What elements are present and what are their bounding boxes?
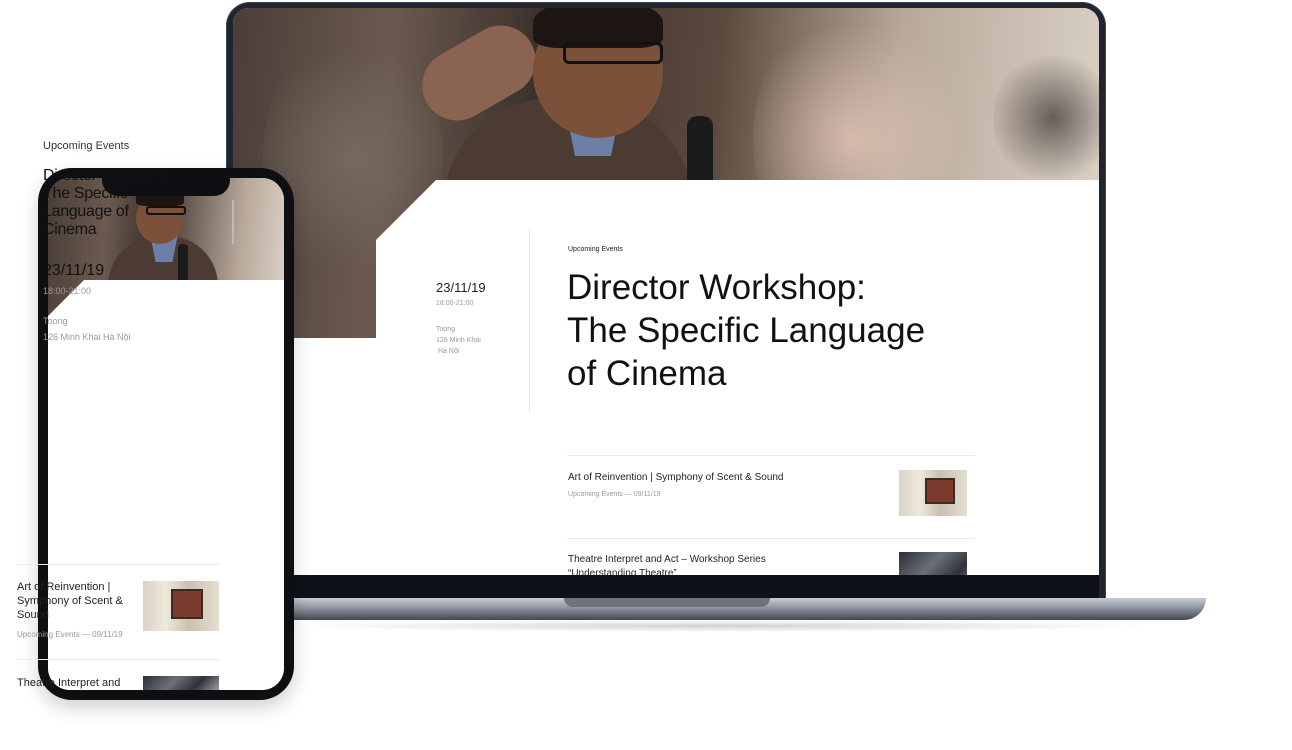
related-event-meta: Upcoming Events — 09/11/19 <box>568 491 661 498</box>
phone-event-title-line: The Specific <box>43 185 128 202</box>
phone-list-separator <box>17 564 219 565</box>
event-time: 18:00-21:00 <box>436 300 474 307</box>
phone-event-title-line: Cinema <box>43 221 97 238</box>
event-title-line: The Specific Language <box>567 311 926 350</box>
venue-city: Hà Nội <box>438 348 460 355</box>
event-date: 23/11/19 <box>436 280 486 295</box>
venue-street: 126 Minh Khai <box>436 337 481 344</box>
phone-event-time: 18:00-21:00 <box>43 286 92 296</box>
phone-related-event-title-line: Sound <box>17 609 49 621</box>
laptop-screen: 23/11/19 18:00-21:00 Toong 126 Minh Khai… <box>233 8 1099 575</box>
phone-related-event-title-line: Symphony of Scent & <box>17 595 123 607</box>
related-event-title-line: Theatre Interpret and Act – Workshop Ser… <box>568 554 766 565</box>
laptop-base-notch <box>564 598 770 607</box>
phone-related-event-title-line: Art of Reinvention | <box>17 581 111 593</box>
related-event-thumbnail[interactable] <box>899 470 967 516</box>
vertical-divider <box>529 230 530 412</box>
phone-event-venue: Toong 126 Minh Khai Hà Nội <box>43 313 131 345</box>
related-event-title[interactable]: Art of Reinvention | Symphony of Scent &… <box>568 471 784 485</box>
phone-event-title-line: Director Workshop: <box>43 167 175 184</box>
phone-venue-name: Toong <box>43 316 68 326</box>
phone-related-event-title[interactable]: Art of Reinvention | Symphony of Scent &… <box>17 580 135 622</box>
event-title: Director Workshop: The Specific Language… <box>567 266 967 395</box>
phone-category-eyebrow[interactable]: Upcoming Events <box>43 140 129 152</box>
related-event-thumbnail[interactable] <box>899 552 967 575</box>
event-venue: Toong 126 Minh Khai Hà Nội <box>436 324 481 357</box>
laptop-shadow <box>280 620 1160 632</box>
phone-list-separator <box>17 659 219 660</box>
phone-event-title: Director Workshop: The Specific Language… <box>43 167 203 239</box>
event-title-line: Director Workshop: <box>567 268 866 307</box>
phone-related-event-title[interactable]: Theatre Interpret and <box>17 676 135 690</box>
list-separator <box>567 455 975 456</box>
related-event-title[interactable]: Theatre Interpret and Act – Workshop Ser… <box>568 553 766 575</box>
phone-scrollbar[interactable] <box>232 200 234 244</box>
category-eyebrow[interactable]: Upcoming Events <box>568 246 623 253</box>
microphone-icon <box>178 244 188 284</box>
phone-related-event-thumbnail[interactable] <box>143 581 219 631</box>
phone-related-event-thumbnail[interactable] <box>143 676 219 690</box>
phone-event-date: 23/11/19 <box>43 262 105 279</box>
hero-speaker-glasses <box>563 42 663 64</box>
hero-bokeh-far <box>993 48 1099 188</box>
phone-venue-address: 126 Minh Khai Hà Nội <box>43 332 131 342</box>
related-event-title-line: “Understanding Theatre” <box>568 568 677 575</box>
phone-related-event-meta: Upcoming Events — 09/11/19 <box>17 630 123 639</box>
laptop-bottom-bezel <box>233 575 1099 599</box>
venue-name: Toong <box>436 326 456 333</box>
event-title-line: of Cinema <box>567 354 727 393</box>
phone-event-title-line: Language of <box>43 203 129 220</box>
list-separator <box>567 538 975 539</box>
